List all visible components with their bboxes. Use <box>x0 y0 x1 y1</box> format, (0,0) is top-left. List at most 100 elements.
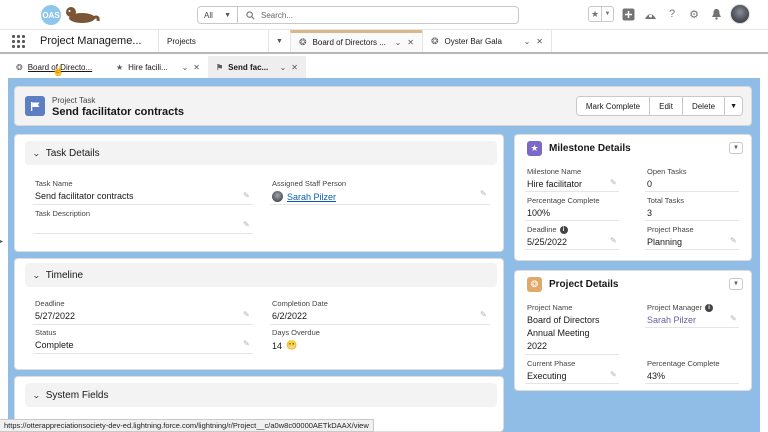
mark-complete-button[interactable]: Mark Complete <box>577 97 649 115</box>
edit-pencil-icon[interactable]: ✎ <box>610 370 617 379</box>
project-manager-value[interactable]: Sarah Pilzer <box>647 315 713 325</box>
field-label: Total Tasks <box>647 196 684 205</box>
field-divider <box>525 220 619 221</box>
chevron-down-icon[interactable]: ⌄ <box>524 37 531 46</box>
assigned-staff-field: Assigned Staff Person Sarah Pilzer <box>272 179 346 202</box>
open-tasks-field: Open Tasks 0 <box>647 167 686 189</box>
record-workspace: Project Task Send facilitator contracts … <box>8 78 760 432</box>
gear-icon[interactable]: ⚙ <box>686 6 702 22</box>
section-title: System Fields <box>45 389 109 401</box>
field-value: Planning <box>647 237 683 247</box>
subtab-hire-facilitator[interactable]: ★ Hire facili... ⌄ ✕ <box>108 56 208 78</box>
close-icon[interactable]: ✕ <box>536 37 543 46</box>
field-label: Percentage Complete <box>647 359 720 368</box>
system-fields-section-header[interactable]: ⌄ System Fields <box>25 383 497 407</box>
field-label: Status <box>35 328 57 337</box>
nav-projects-menu[interactable]: ▼ <box>268 30 290 52</box>
link-status-bar: https://otterappreciationsociety-dev-ed.… <box>0 419 374 432</box>
app-name: Project Manageme... <box>40 35 142 47</box>
app-logo[interactable]: OAS <box>38 3 100 27</box>
field-label-text: Deadline <box>527 225 557 234</box>
milestone-star-icon: ★ <box>527 141 542 156</box>
field-value: Board of Directors <box>527 315 600 325</box>
trailhead-icon[interactable] <box>642 6 658 22</box>
edit-pencil-icon[interactable]: ✎ <box>243 310 250 319</box>
task-description-field: Task Description <box>35 209 90 221</box>
section-title: Task Details <box>45 147 100 159</box>
field-label: Deadline i <box>527 225 568 235</box>
edit-pencil-icon[interactable]: ✎ <box>610 236 617 245</box>
days-overdue-field: Days Overdue 14 😬 <box>272 328 320 351</box>
field-value: 5/27/2022 <box>35 311 76 321</box>
info-icon[interactable]: i <box>559 226 568 235</box>
field-divider <box>33 233 253 234</box>
field-value: 43% <box>647 371 666 381</box>
pointer-cursor-icon: ☝ <box>52 66 65 77</box>
edit-pencil-icon[interactable]: ✎ <box>730 314 737 323</box>
nav-tab-board-of-directors[interactable]: ❂ Board of Directors ... ⌄ ✕ <box>290 30 422 52</box>
search-input[interactable] <box>261 10 501 20</box>
field-value: 0 <box>647 179 653 189</box>
field-label: Milestone Name <box>527 167 582 176</box>
star-icon[interactable]: ★ <box>589 7 601 21</box>
chevron-down-icon[interactable]: ⌄ <box>182 63 189 72</box>
section-title: Timeline <box>45 269 84 281</box>
user-avatar[interactable] <box>730 4 750 24</box>
nav-item-projects[interactable]: Projects <box>158 30 268 52</box>
days-overdue-value: 14 <box>272 340 283 351</box>
chevron-down-icon[interactable]: ⌄ <box>280 63 287 72</box>
edit-button[interactable]: Edit <box>649 97 682 115</box>
field-label: Project Name <box>527 303 573 312</box>
close-icon[interactable]: ✕ <box>407 38 414 47</box>
help-icon[interactable]: ? <box>664 6 680 22</box>
field-divider <box>525 191 619 192</box>
record-actions: Mark Complete Edit Delete ▼ <box>575 96 743 116</box>
subtab-send-facilitator[interactable]: ⚑ Send fac... ⌄ ✕ <box>208 56 306 78</box>
svg-text:OAS: OAS <box>42 11 60 20</box>
delete-button[interactable]: Delete <box>681 97 724 115</box>
edit-pencil-icon[interactable]: ✎ <box>610 178 617 187</box>
task-details-section-header[interactable]: ⌄ Task Details <box>25 141 497 165</box>
milestone-details-card: ★ Milestone Details ▼ Milestone Name Hir… <box>514 134 752 261</box>
edit-pencil-icon[interactable]: ✎ <box>480 310 487 319</box>
project-phase-field: Project Phase Planning <box>647 225 694 247</box>
add-icon[interactable] <box>620 6 636 22</box>
nav-tab-label: Board of Directors ... <box>312 38 386 47</box>
completion-date-field: Completion Date 6/2/2022 <box>272 299 328 321</box>
edit-pencil-icon[interactable]: ✎ <box>730 236 737 245</box>
record-type: Project Task <box>52 96 96 105</box>
assigned-staff-link[interactable]: Sarah Pilzer <box>287 192 336 202</box>
global-actions: ★ ▼ ? ⚙ <box>588 4 750 24</box>
edit-pencil-icon[interactable]: ✎ <box>243 339 250 348</box>
utility-toggle-icon[interactable]: ▸ <box>0 238 4 248</box>
close-icon[interactable]: ✕ <box>193 63 200 72</box>
bell-icon[interactable] <box>708 6 724 22</box>
edit-pencil-icon[interactable]: ✎ <box>243 220 250 229</box>
field-value: 3 <box>647 208 653 218</box>
edit-pencil-icon[interactable]: ✎ <box>243 191 250 200</box>
global-search: All ▼ <box>197 6 519 24</box>
chevron-down-icon[interactable]: ⌄ <box>395 38 402 47</box>
current-phase-field: Current Phase Executing <box>527 359 575 381</box>
field-label: Open Tasks <box>647 167 687 176</box>
timeline-section-header[interactable]: ⌄ Timeline <box>25 263 497 287</box>
card-menu-button[interactable]: ▼ <box>729 278 743 290</box>
close-icon[interactable]: ✕ <box>291 63 298 72</box>
app-launcher-icon[interactable] <box>0 30 36 52</box>
timeline-card: ⌄ Timeline Deadline 5/27/2022 ✎ Completi… <box>14 258 504 370</box>
info-icon[interactable]: i <box>705 304 714 313</box>
search-scope-select[interactable]: All ▼ <box>198 7 238 23</box>
field-label: Assigned Staff Person <box>272 179 347 188</box>
card-menu-button[interactable]: ▼ <box>729 142 743 154</box>
field-divider <box>33 324 253 325</box>
edit-pencil-icon[interactable]: ✎ <box>480 189 487 198</box>
field-label: Days Overdue <box>272 328 320 337</box>
field-value: 6/2/2022 <box>272 311 308 321</box>
field-divider <box>525 354 619 355</box>
subtab-bar: ❂ Board of Directo... ★ Hire facili... ⌄… <box>0 56 768 78</box>
more-actions-icon[interactable]: ▼ <box>724 97 742 115</box>
deadline-field: Deadline 5/27/2022 <box>35 299 75 321</box>
project-icon: ❂ <box>527 277 542 292</box>
nav-tab-oyster-bar-gala[interactable]: ❂ Oyster Bar Gala ⌄ ✕ <box>422 30 552 52</box>
favorites-menu-icon[interactable]: ▼ <box>601 7 613 21</box>
